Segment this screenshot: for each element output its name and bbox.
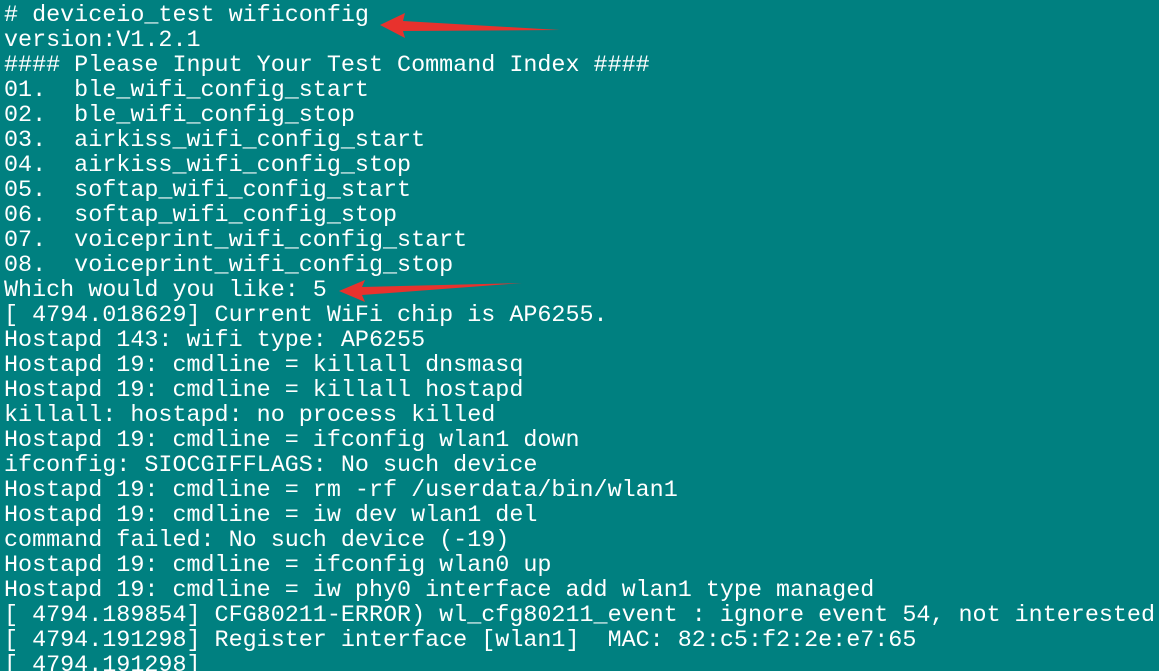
menu-option-02: 02. ble_wifi_config_stop — [4, 103, 355, 129]
terminal-line: [ 4794.191298] Register interface [wlan1… — [4, 628, 917, 654]
terminal-line: [ 4794.018629] Current WiFi chip is AP62… — [4, 303, 608, 329]
menu-option-04: 04. airkiss_wifi_config_stop — [4, 153, 412, 179]
terminal-line: Hostapd 19: cmdline = killall dnsmasq — [4, 353, 524, 379]
menu-option-05: 05. softap_wifi_config_start — [4, 178, 412, 204]
terminal-line-version: version:V1.2.1 — [4, 28, 201, 54]
menu-option-03: 03. airkiss_wifi_config_start — [4, 128, 426, 154]
menu-option-06: 06. softap_wifi_config_stop — [4, 203, 398, 229]
terminal-line: killall: hostapd: no process killed — [4, 403, 496, 429]
menu-option-08: 08. voiceprint_wifi_config_stop — [4, 253, 454, 279]
menu-option-07: 07. voiceprint_wifi_config_start — [4, 228, 468, 254]
terminal-line-menu-header: #### Please Input Your Test Command Inde… — [4, 53, 650, 79]
terminal-line: ifconfig: SIOCGIFFLAGS: No such device — [4, 453, 538, 479]
terminal-output[interactable]: # deviceio_test wificonfig version:V1.2.… — [4, 4, 1159, 671]
terminal-line-selection-prompt: Which would you like: 5 — [4, 278, 327, 304]
terminal-line: Hostapd 19: cmdline = ifconfig wlan1 dow… — [4, 428, 580, 454]
terminal-line: Hostapd 143: wifi type: AP6255 — [4, 328, 426, 354]
terminal-line: Hostapd 19: cmdline = iw phy0 interface … — [4, 578, 875, 604]
terminal-line: Hostapd 19: cmdline = iw dev wlan1 del — [4, 503, 538, 529]
terminal-line-command: # deviceio_test wificonfig — [4, 4, 369, 29]
menu-option-01: 01. ble_wifi_config_start — [4, 78, 369, 104]
terminal-line: command failed: No such device (-19) — [4, 528, 510, 554]
terminal-line: [ 4794.189854] CFG80211-ERROR) wl_cfg802… — [4, 603, 1156, 629]
terminal-line: Hostapd 19: cmdline = rm -rf /userdata/b… — [4, 478, 678, 504]
terminal-line: Hostapd 19: cmdline = killall hostapd — [4, 378, 524, 404]
terminal-line: [ 4794.191298] — [4, 653, 201, 671]
terminal-line: Hostapd 19: cmdline = ifconfig wlan0 up — [4, 553, 552, 579]
